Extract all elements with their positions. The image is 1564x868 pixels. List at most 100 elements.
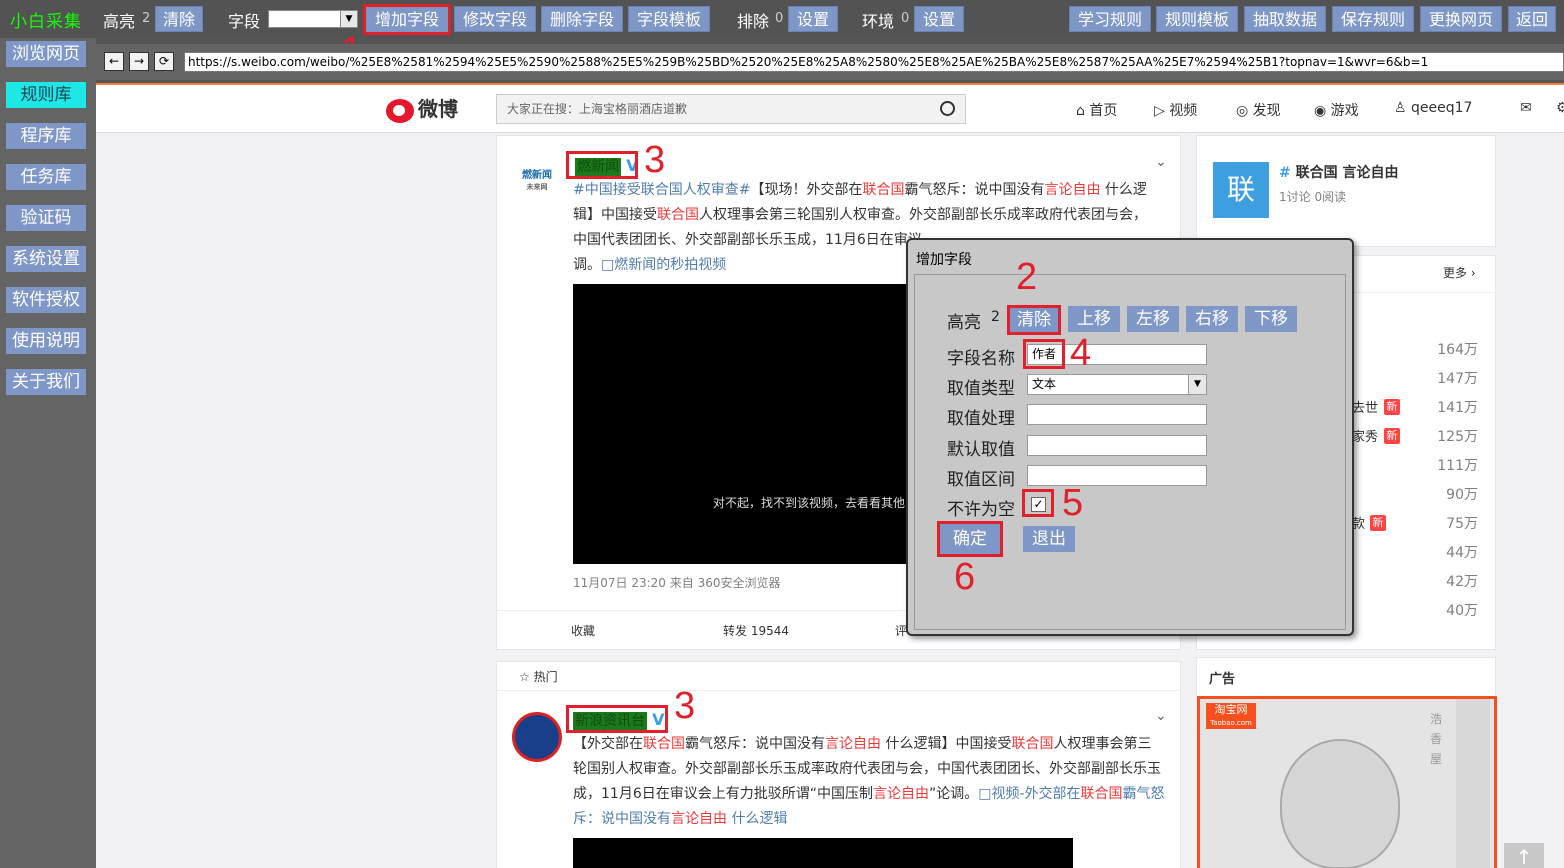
sidebar-item-license[interactable]: 软件授权 [6,287,86,313]
nav-home[interactable]: ⌂ 首页 [1076,100,1117,120]
nav-video[interactable]: ▷ 视频 [1154,100,1197,120]
video-player[interactable] [573,838,1073,868]
post-text: 【外交部在联合国霸气怒斥：说中国没有言论自由 什么逻辑】中国接受联合国人权理事会… [573,736,1165,827]
favorite-button[interactable]: 收藏 [571,622,595,639]
mail-icon[interactable]: ✉ [1520,100,1532,116]
edit-field-button[interactable]: 修改字段 [454,6,536,32]
chevron-down-icon: ▼ [340,11,357,27]
extract-data-button[interactable]: 抽取数据 [1244,6,1326,32]
weibo-eye-icon [386,98,414,123]
field-template-button[interactable]: 字段模板 [628,6,710,32]
new-badge: 新 [1370,515,1386,531]
author-highlight-box [566,705,668,733]
sidebar-item-manual[interactable]: 使用说明 [6,328,86,354]
back-to-top-button[interactable]: ↑ [1504,843,1544,868]
clear-button[interactable]: 清除 [155,6,203,32]
field-label: 字段 [228,12,261,31]
change-page-button[interactable]: 更换网页 [1420,6,1502,32]
chevron-down-icon[interactable]: ⌄ [1155,154,1167,170]
dialog-move-down-button[interactable]: 下移 [1245,306,1297,332]
hot-list-item[interactable]: 家秀 [1352,426,1378,445]
weibo-logo[interactable]: 微博 [386,93,458,123]
field-name-label: 字段名称 [947,349,1015,369]
hot-list-value: 164万 [1437,342,1478,358]
ad-label: 广告 [1209,672,1236,687]
value-range-input[interactable] [1027,465,1207,486]
ok-button[interactable]: 确定 [937,521,1003,557]
dialog-move-up-button[interactable]: 上移 [1068,306,1120,332]
hot-list-value: 75万 [1446,516,1478,532]
ad-thumbnails[interactable] [1456,699,1490,868]
value-process-input[interactable] [1027,404,1207,425]
url-input[interactable]: https://s.weibo.com/weibo/%25E8%2581%259… [184,52,1564,72]
sidebar-item-rules[interactable]: 规则库 [6,82,86,108]
sidebar-item-browse[interactable]: 浏览网页 [6,41,86,67]
avatar[interactable]: 燃新闻 未来网 [517,166,557,200]
field-select[interactable]: ▼ [268,10,358,28]
back-button[interactable]: 返回 [1508,6,1556,32]
nav-game[interactable]: ◉ 游戏 [1314,100,1359,120]
nav-forward-button[interactable]: → [129,52,149,71]
highlight-count: 2 [142,11,151,26]
rule-template-button[interactable]: 规则模板 [1156,6,1238,32]
checkbox-highlight [1022,489,1054,517]
not-empty-label: 不许为空 [947,500,1015,520]
nav-back-button[interactable]: ← [104,52,124,71]
save-rule-button[interactable]: 保存规则 [1332,6,1414,32]
env-setting-button[interactable]: 设置 [914,6,964,32]
post-meta: 11月07日 23:20 来自 360安全浏览器 [573,576,781,590]
sidebar-item-programs[interactable]: 程序库 [6,123,86,149]
value-type-label: 取值类型 [947,379,1015,399]
top-toolbar: 小白采集 高亮 2 清除 字段 ▼ 增加字段 修改字段 删除字段 字段模板 排除… [0,0,1564,38]
annotation-2: 2 [1016,256,1038,298]
annotation-3b: 3 [674,685,696,727]
hot-list-value: 147万 [1437,371,1478,387]
ad-banner[interactable]: 淘宝网 Taobao.com 浩香屋 [1197,696,1497,868]
env-count: 0 [901,11,910,26]
exit-button[interactable]: 退出 [1023,526,1075,552]
dialog-clear-button[interactable]: 清除 [1007,305,1061,335]
env-label: 环境 [862,12,895,31]
default-value-input[interactable] [1027,435,1207,456]
dialog-move-left-button[interactable]: 左移 [1127,306,1179,332]
repost-button[interactable]: 转发 19544 [723,622,789,639]
sidebar-item-captcha[interactable]: 验证码 [6,205,86,231]
video-player[interactable]: 对不起，找不到该视频，去看看其他 [573,284,913,564]
more-link[interactable]: 更多 › [1443,264,1476,281]
exclude-setting-button[interactable]: 设置 [788,6,838,32]
hot-list-value: 111万 [1437,458,1478,474]
hot-list-item[interactable]: 去世 [1352,397,1378,416]
sidebar-item-settings[interactable]: 系统设置 [6,246,86,272]
field-name-highlight [1023,339,1065,369]
default-value-label: 默认取值 [947,440,1015,460]
sidebar-item-about[interactable]: 关于我们 [6,369,86,395]
dialog-move-right-button[interactable]: 右移 [1186,306,1238,332]
chevron-down-icon[interactable]: ⌄ [1155,708,1167,724]
learn-rule-button[interactable]: 学习规则 [1069,6,1151,32]
sidebar-item-tasks[interactable]: 任务库 [6,164,86,190]
chevron-down-icon: ▼ [1188,375,1206,394]
add-field-button[interactable]: 增加字段 [363,4,451,35]
nav-refresh-button[interactable]: ⟳ [154,52,174,71]
search-icon[interactable] [940,101,955,116]
avatar[interactable] [512,712,562,762]
hot-list-value: 125万 [1437,429,1478,445]
value-range-label: 取值区间 [947,470,1015,490]
exclude-count: 0 [775,11,784,26]
annotation-5: 5 [1062,482,1084,524]
author-highlight-box [566,151,638,179]
nav-discover[interactable]: ◎ 发现 [1236,100,1281,120]
dialog-body: 高亮 2 清除 上移 左移 右移 下移 字段名称 作者 取值类型 文本 ▼ 取值处… [914,274,1346,630]
hot-list-value: 40万 [1446,603,1478,619]
topic-title[interactable]: # 联合国 言论自由 [1279,162,1398,182]
hot-list-value: 90万 [1446,487,1478,503]
weibo-search-input[interactable]: 大家正在搜：上海宝格丽酒店道歉 [496,94,966,124]
nav-user[interactable]: ♙ qeeeq17 [1394,100,1472,116]
hot-label: ☆ 热门 [519,670,558,684]
teapot-image [1280,739,1400,868]
gear-icon[interactable]: ⚙ [1556,100,1564,116]
ad-card: 广告 淘宝网 Taobao.com 浩香屋 [1196,657,1497,868]
delete-field-button[interactable]: 删除字段 [541,6,623,32]
value-type-select[interactable]: 文本 ▼ [1027,374,1207,395]
divider [497,690,1182,691]
